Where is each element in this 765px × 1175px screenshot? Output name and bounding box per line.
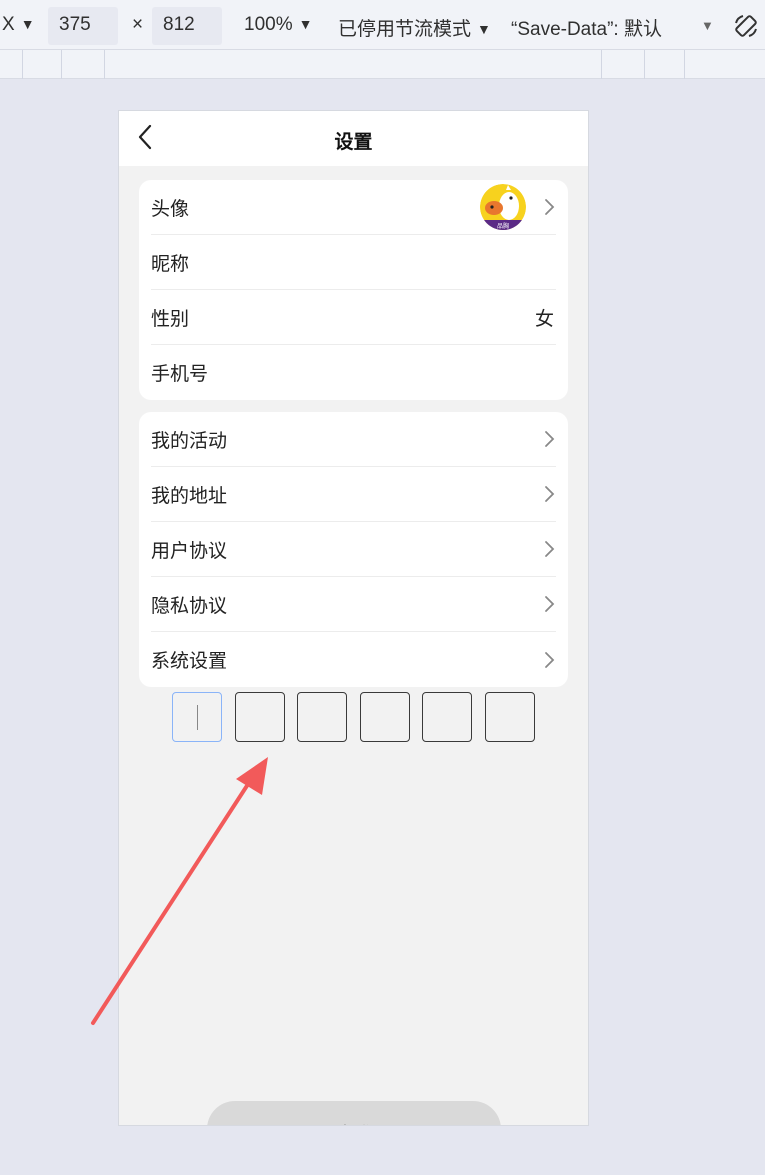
annotation-arrow — [91, 757, 268, 1025]
